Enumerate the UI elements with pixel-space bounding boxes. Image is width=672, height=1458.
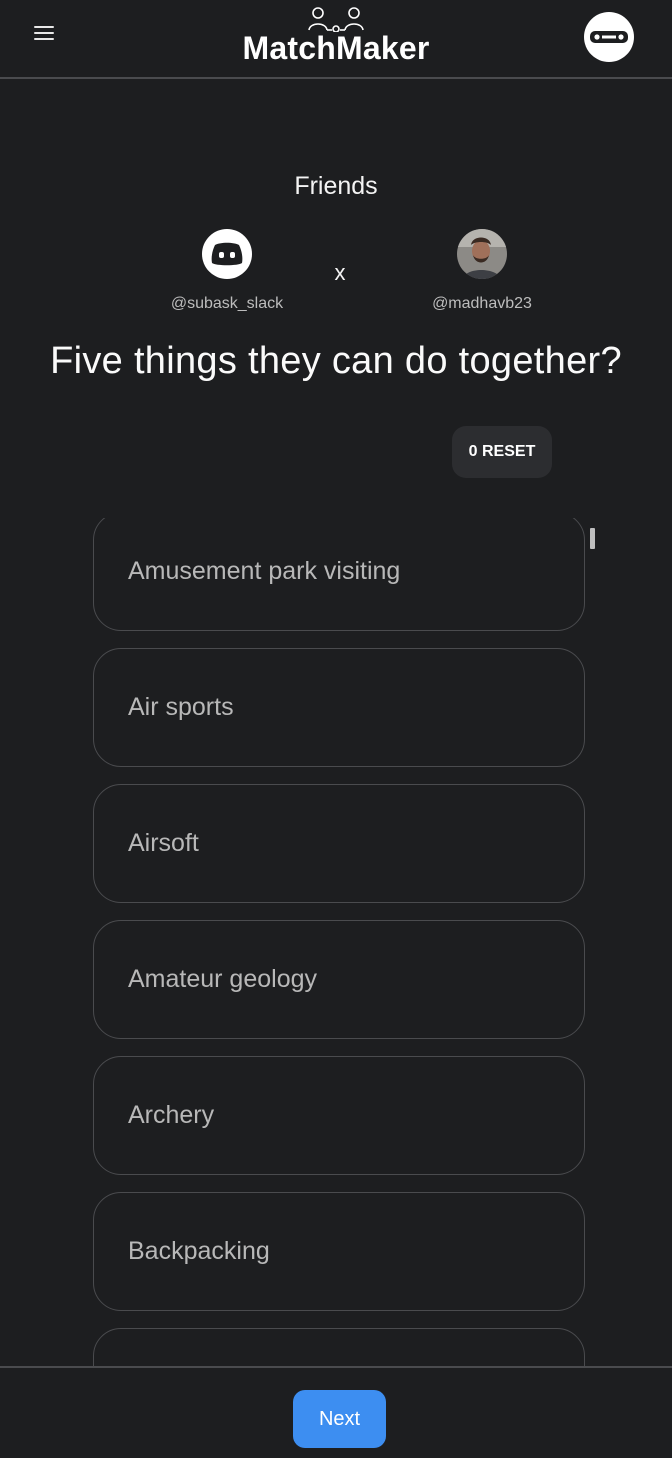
option-item[interactable]: Backpacking <box>93 1192 585 1311</box>
next-button[interactable]: Next <box>293 1390 386 1448</box>
question-heading: Five things they can do together? <box>50 340 622 382</box>
people-connect-icon <box>308 7 364 32</box>
profile-avatar-icon <box>590 31 628 43</box>
footer-bar: Next <box>0 1366 672 1458</box>
options-list[interactable]: Amusement park visiting Air sports Airso… <box>0 518 672 1366</box>
left-user-avatar <box>202 229 252 279</box>
option-item[interactable]: Archery <box>93 1056 585 1175</box>
page: MatchMaker Friends @subask_slack x @madh… <box>0 0 672 1458</box>
left-user: @subask_slack <box>147 229 307 313</box>
discord-icon <box>211 242 243 266</box>
top-nav: MatchMaker <box>0 0 672 79</box>
option-item[interactable]: Airsoft <box>93 784 585 903</box>
scrollbar-thumb[interactable] <box>590 528 595 549</box>
option-item[interactable] <box>93 1328 585 1366</box>
option-item[interactable]: Air sports <box>93 648 585 767</box>
reset-button[interactable]: 0 RESET <box>452 426 552 478</box>
app-title: MatchMaker <box>242 30 430 66</box>
right-user-handle: @madhavb23 <box>432 295 532 312</box>
options-list-inner: Amusement park visiting Air sports Airso… <box>93 518 585 1366</box>
app-logo[interactable]: MatchMaker <box>0 6 672 66</box>
option-item[interactable]: Amateur geology <box>93 920 585 1039</box>
right-user: @madhavb23 <box>402 229 562 313</box>
left-user-handle: @subask_slack <box>170 295 284 312</box>
option-item[interactable]: Amusement park visiting <box>93 518 585 631</box>
friends-heading: Friends <box>294 172 378 200</box>
user-photo <box>457 229 507 279</box>
pair-separator: x <box>334 260 346 285</box>
profile-button[interactable] <box>584 12 634 62</box>
right-user-avatar <box>457 229 507 279</box>
